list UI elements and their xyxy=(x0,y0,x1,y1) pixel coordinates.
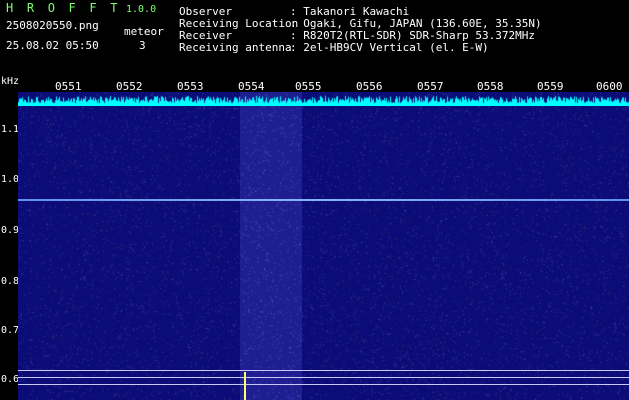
antenna-value: : 2el-HB9CV Vertical (el. E-W) xyxy=(290,41,489,54)
antenna-label: Receiving antenna xyxy=(179,41,292,54)
meteor-spike xyxy=(244,372,246,400)
spectrogram-noise xyxy=(18,92,629,400)
frequency-tick: 0.7 xyxy=(1,325,20,336)
reference-line xyxy=(18,377,629,378)
meteor-count: 3 xyxy=(139,39,146,52)
app-version: 1.0.0 xyxy=(126,4,157,15)
reference-line xyxy=(18,384,629,385)
frequency-tick: 0.9 xyxy=(1,225,20,236)
frequency-tick: 0.8 xyxy=(1,276,20,287)
file-name: 2508020550.png xyxy=(6,19,99,32)
carrier-trace xyxy=(18,199,629,201)
app-title: H R O F F T xyxy=(6,1,121,15)
frequency-tick: 1.0 xyxy=(1,174,20,185)
meteor-label: meteor xyxy=(124,25,164,38)
spectrogram-panel xyxy=(18,92,629,400)
capture-datetime: 25.08.02 05:50 xyxy=(6,39,99,52)
frequency-tick: 0.6 xyxy=(1,374,20,385)
frequency-tick: 1.1 xyxy=(1,124,20,135)
meteor-echo-band xyxy=(240,92,302,400)
noise-level-graph xyxy=(18,92,629,106)
reference-line xyxy=(18,370,629,371)
frequency-unit-label: kHz xyxy=(1,76,20,87)
